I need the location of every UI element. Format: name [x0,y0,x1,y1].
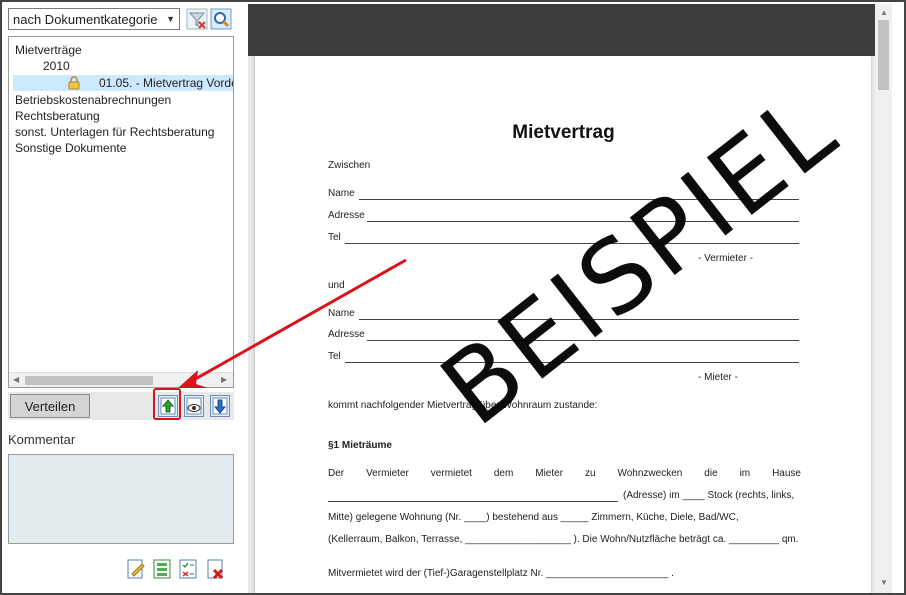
scroll-up-icon[interactable]: ▲ [880,8,888,17]
garage-text: Mitvermietet wird der (Tief-)Garagenstel… [328,568,674,579]
vertical-scrollbar[interactable]: ▲ ▼ [875,4,892,593]
document-page: Mietvertrag Zwischen Name Adresse Tel - … [254,56,871,593]
horizontal-scrollbar[interactable]: ◀ ▶ [9,372,233,387]
tree-item-rechtsberatung[interactable]: Rechtsberatung [15,109,100,123]
und-text: und [328,280,345,291]
para-word: vermietet [430,468,472,479]
lock-icon [67,76,81,93]
window-frame: nach Dokumentkategorie ▼ Mietverträge 20… [0,0,906,595]
tree-item-sonstige-dokumente[interactable]: Sonstige Dokumente [15,141,126,155]
scroll-left-icon[interactable]: ◀ [13,375,19,384]
comment-label: Kommentar [8,432,76,447]
paragraph-rule [328,501,618,502]
adresse-label-1: Adresse [328,210,365,221]
download-arrow-icon[interactable] [210,395,230,417]
name-label-2: Name [328,308,355,319]
paragraph-line-3: Mitte) gelegene Wohnung (Nr. ____) beste… [328,512,739,523]
tree-item-mietvertraege[interactable]: Mietverträge [15,43,82,57]
para-word: die [704,468,718,479]
delete-document-icon[interactable] [206,558,226,580]
comment-textarea[interactable] [8,454,234,544]
tree-item-mietvertrag-label: 01.05. - Mietvertrag Vorde [99,76,234,90]
vertical-scrollbar-thumb[interactable] [878,20,889,90]
tree-item-betriebskosten[interactable]: Betriebskostenabrechnungen [15,93,171,107]
edit-document-icon[interactable] [126,558,146,580]
document-tree: Mietverträge 2010 01.05. - Mietvertrag V… [8,36,234,388]
verteilen-button[interactable]: Verteilen [10,394,90,418]
spreadsheet-icon[interactable] [152,558,172,580]
tel-label-2: Tel [328,351,341,362]
section-1-heading: §1 Mieträume [328,440,392,451]
adresse-label-2: Adresse [328,329,365,340]
mieter-label: - Mieter - [698,372,738,383]
paragraph-line-1: Der Vermieter vermietet dem Mieter zu Wo… [328,468,801,479]
category-select[interactable]: nach Dokumentkategorie ▼ [8,8,180,30]
tree-item-sonst-unterlagen[interactable]: sonst. Unterlagen für Rechtsberatung [15,125,214,139]
checklist-icon[interactable] [178,558,198,580]
tree-item-selected-row[interactable]: 01.05. - Mietvertrag Vorde [13,75,233,91]
name-label-1: Name [328,188,355,199]
para-word: im [739,468,751,479]
funnel-icon[interactable] [186,8,208,30]
action-toolbar: Verteilen [8,392,234,420]
tel-label-1: Tel [328,232,341,243]
left-panel: nach Dokumentkategorie ▼ Mietverträge 20… [4,4,240,593]
para-word: zu [584,468,596,479]
scroll-down-icon[interactable]: ▼ [880,578,888,587]
para-word: dem [493,468,514,479]
zwischen-text: Zwischen [328,160,371,171]
eye-icon[interactable] [184,395,204,417]
scroll-right-icon[interactable]: ▶ [221,375,227,384]
upload-highlight-box [153,388,181,420]
viewer-toolbar-area [248,4,892,56]
tree-item-2010[interactable]: 2010 [43,59,70,73]
para-word: Der [328,468,345,479]
para-word: Wohnzwecken [617,468,683,479]
para-word: Hause [772,468,801,479]
paragraph-line-4: (Kellerraum, Balkon, Terrasse, _________… [328,534,799,545]
para-word: Vermieter [366,468,409,479]
para-word: Mieter [535,468,564,479]
chevron-down-icon: ▼ [166,14,175,24]
scrollbar-thumb[interactable] [25,376,153,385]
magnifier-icon[interactable] [210,8,232,30]
category-select-value: nach Dokumentkategorie [13,11,158,27]
document-viewer: Mietvertrag Zwischen Name Adresse Tel - … [248,4,892,593]
paragraph-line-2: (Adresse) im ____ Stock (rechts, links, [623,490,795,501]
